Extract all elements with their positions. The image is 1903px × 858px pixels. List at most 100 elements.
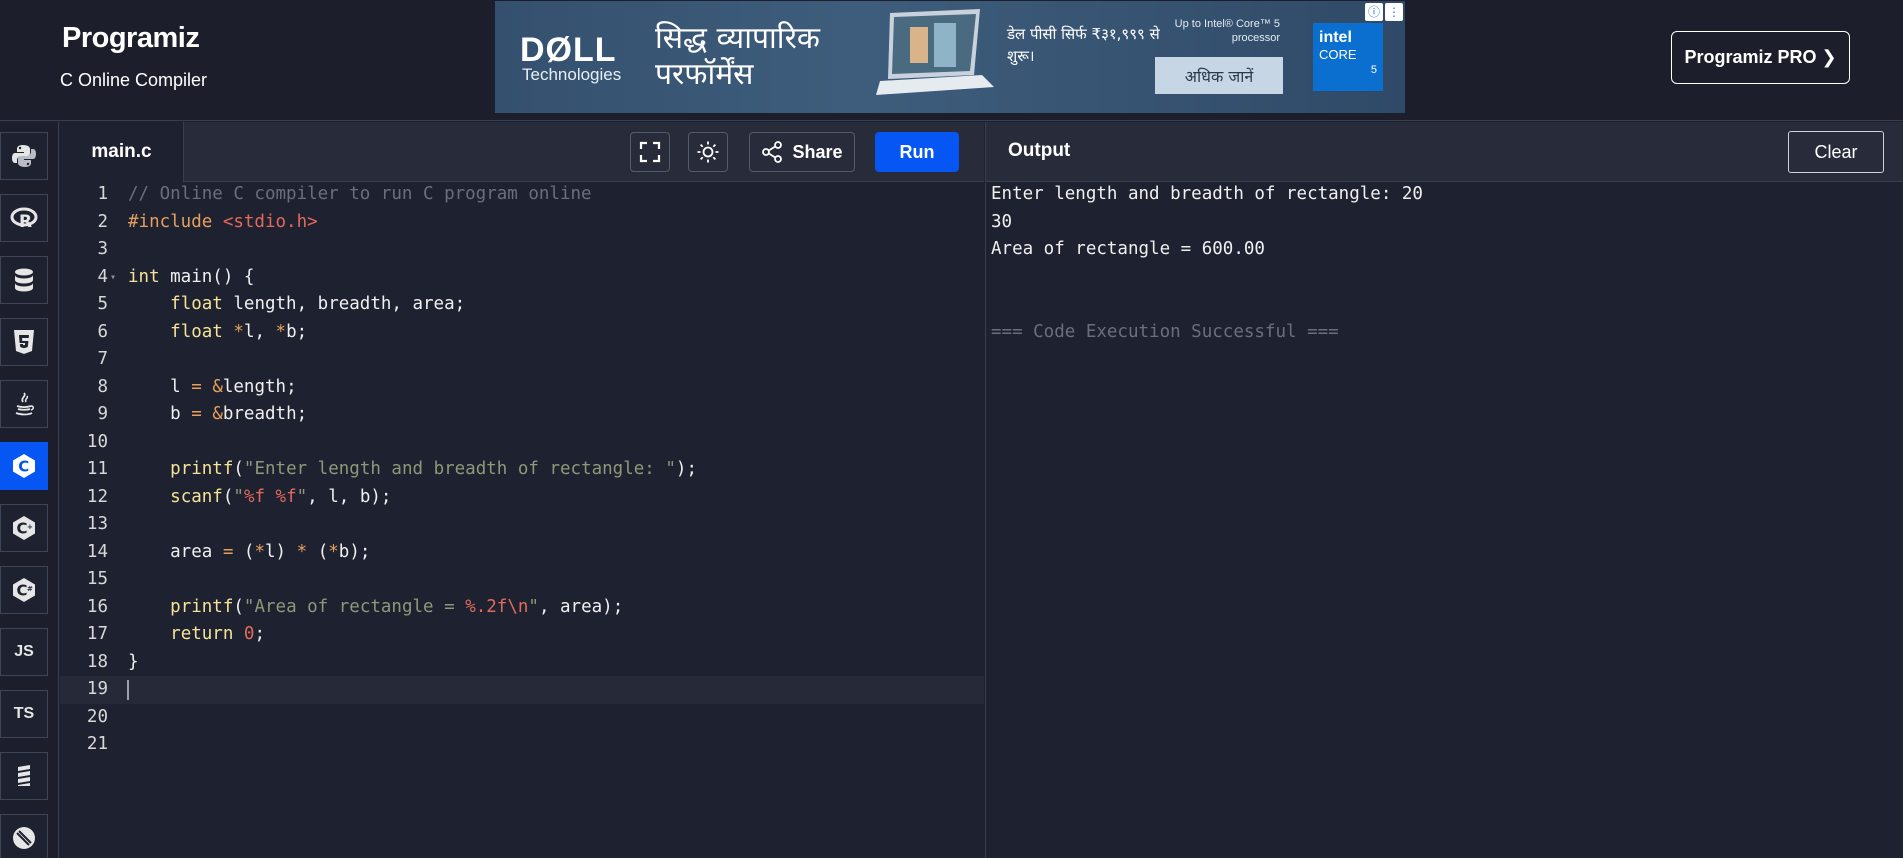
intel-core-number: 5 — [1370, 64, 1377, 76]
code-line[interactable]: 11 printf("Enter length and breadth of r… — [60, 456, 984, 484]
code-line[interactable]: 4 ▾ int main() { — [60, 264, 984, 292]
code-editor[interactable]: 1 // Online C compiler to run C program o… — [60, 183, 984, 858]
python-icon — [12, 145, 36, 167]
code-text: b = &breadth; — [128, 404, 308, 424]
c-language-button[interactable]: C — [0, 442, 48, 490]
java-language-button[interactable] — [0, 380, 48, 428]
csharp-language-button[interactable]: C # — [0, 566, 48, 614]
programiz-pro-button[interactable]: Programiz PRO ❯ — [1671, 31, 1850, 84]
line-number: 1 — [97, 184, 108, 204]
code-line[interactable]: 18} — [60, 649, 984, 677]
code-line[interactable]: 17 return 0; — [60, 621, 984, 649]
c-language-icon: C — [13, 454, 35, 478]
line-number: 19 — [86, 679, 108, 699]
output-line: 30 — [991, 211, 1013, 232]
sql-language-button[interactable] — [0, 256, 48, 304]
line-number: 8 — [97, 376, 108, 397]
output-header: Output Clear — [985, 122, 1903, 182]
line-number: 16 — [86, 596, 108, 617]
line-number: 7 — [97, 349, 108, 369]
swift-icon — [13, 827, 35, 849]
code-line[interactable]: 2 #include <stdio.h> — [60, 209, 984, 237]
share-button[interactable]: Share — [749, 132, 855, 172]
typescript-language-button[interactable]: TS — [0, 690, 48, 738]
line-number: 13 — [86, 514, 108, 534]
ad-laptop-image — [876, 9, 994, 95]
code-line[interactable]: 7 — [60, 346, 984, 374]
code-line[interactable]: 6 float *l, *b; — [60, 319, 984, 347]
code-line[interactable]: 3 — [60, 236, 984, 264]
r-language-button[interactable]: R — [0, 194, 48, 242]
advertisement-banner[interactable]: DØLL Technologies सिद्ध व्यापारिक परफॉर्… — [495, 1, 1405, 113]
clear-output-button[interactable]: Clear — [1788, 131, 1884, 173]
code-text: l = &length; — [128, 376, 297, 397]
line-number: 14 — [86, 541, 108, 562]
svg-text:#: # — [27, 585, 33, 593]
output-line: Enter length and breadth of rectangle: 2… — [991, 184, 1423, 204]
line-number: 4 — [97, 266, 108, 287]
line-number: 17 — [86, 624, 108, 644]
code-text: area = (*l) * (*b); — [128, 541, 371, 562]
html5-icon — [14, 330, 34, 354]
line-number: 6 — [97, 321, 108, 342]
ad-headline: सिद्ध व्यापारिक परफॉर्मेंस — [655, 21, 820, 92]
code-line[interactable]: 10 — [60, 429, 984, 457]
csharp-icon: C # — [13, 578, 35, 602]
cpp-language-button[interactable]: C + — [0, 504, 48, 552]
line-number: 10 — [86, 431, 108, 452]
line-number: 20 — [86, 706, 108, 727]
ad-brand-sub: Technologies — [522, 65, 622, 84]
code-line[interactable]: 9 b = &breadth; — [60, 401, 984, 429]
code-line[interactable]: 12 scanf("%f %f", l, b); — [60, 484, 984, 512]
python-language-button[interactable] — [0, 132, 48, 180]
code-line[interactable]: 20 — [60, 704, 984, 732]
code-line[interactable]: 13 — [60, 511, 984, 539]
stack-icon — [18, 765, 30, 786]
top-header: Programiz C Online Compiler DØLL Technol… — [0, 0, 1903, 121]
code-text: scanf("%f %f", l, b); — [170, 486, 392, 507]
swift-language-button[interactable] — [0, 814, 48, 858]
code-line[interactable]: 1 // Online C compiler to run C program o… — [60, 181, 984, 209]
output-console[interactable]: Enter length and breadth of rectangle: 2… — [985, 183, 1903, 858]
ad-processor-text: Up to Intel® Core™ 5 processor — [1174, 18, 1280, 44]
javascript-language-button[interactable]: JS — [0, 628, 48, 676]
ad-price-text: डेल पीसी सिर्फ ₹३१,९९९ से शुरू। — [1007, 25, 1160, 65]
fold-arrow-icon[interactable]: ▾ — [110, 264, 116, 292]
code-text: return 0; — [170, 624, 266, 644]
r-icon: R — [10, 207, 38, 232]
output-title: Output — [1008, 140, 1071, 161]
theme-toggle-button[interactable] — [688, 132, 728, 172]
java-icon — [15, 392, 34, 416]
language-sidebar: R C C + C # JS TS — [0, 122, 59, 858]
share-icon — [762, 141, 783, 163]
ad-learn-more-button[interactable]: अधिक जानें — [1155, 57, 1283, 94]
fullscreen-icon — [639, 141, 661, 163]
ad-options-icon[interactable]: ⋮ — [1385, 3, 1403, 21]
code-text: int main() { — [128, 266, 255, 287]
go-language-button[interactable] — [0, 752, 48, 800]
code-text: #include <stdio.h> — [128, 211, 318, 232]
line-number: 21 — [86, 734, 108, 754]
code-line[interactable]: 15 — [60, 566, 984, 594]
code-line[interactable]: 21 — [60, 731, 984, 759]
ad-info-icon[interactable]: ⓘ — [1365, 3, 1383, 21]
page-subtitle: C Online Compiler — [60, 70, 208, 90]
line-number: 2 — [97, 211, 108, 232]
html-language-button[interactable] — [0, 318, 48, 366]
code-line[interactable]: 16 printf("Area of rectangle = %.2f\n", … — [60, 594, 984, 622]
code-line[interactable]: 8 l = &length; — [60, 374, 984, 402]
programiz-logo[interactable]: Programiz — [62, 22, 200, 55]
code-line[interactable]: 5 float length, breadth, area; — [60, 291, 984, 319]
text-cursor — [127, 680, 129, 700]
run-button[interactable]: Run — [875, 132, 959, 172]
fullscreen-button[interactable] — [630, 132, 670, 172]
code-line[interactable]: 14 area = (*l) * (*b); — [60, 539, 984, 567]
line-number: 9 — [97, 404, 108, 424]
line-number: 3 — [97, 239, 108, 259]
code-text: float length, breadth, area; — [170, 294, 466, 314]
ad-intel-badge: intel CORE 5 — [1313, 23, 1383, 91]
file-tab-main-c[interactable]: main.c — [60, 122, 184, 182]
line-number: 15 — [86, 569, 108, 589]
code-line[interactable]: 19 — [60, 676, 984, 704]
svg-text:R: R — [19, 212, 32, 232]
